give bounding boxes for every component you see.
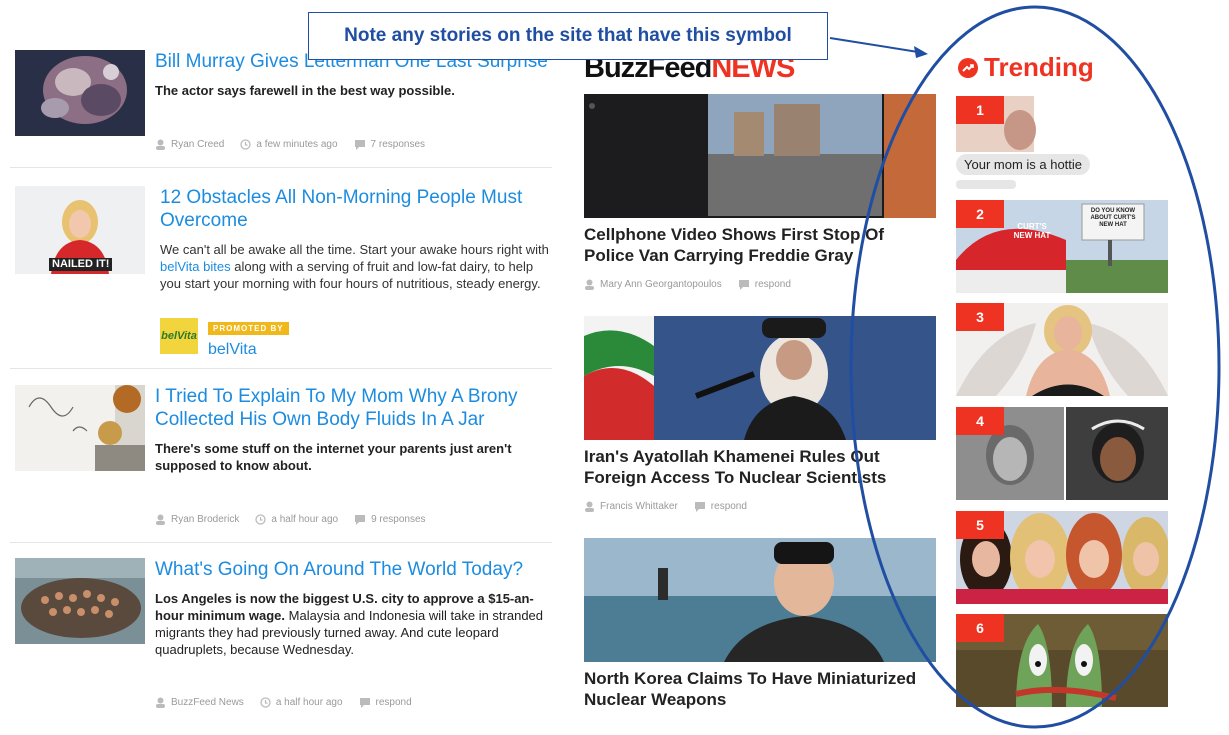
trending-header[interactable]: Trending bbox=[958, 52, 1094, 83]
clock-icon bbox=[260, 697, 271, 708]
feed-meta: Ryan Broderick a half hour ago 9 respons… bbox=[155, 514, 426, 525]
feed-divider bbox=[10, 167, 552, 168]
author-name[interactable]: Ryan Broderick bbox=[171, 514, 239, 525]
feed-description: There's some stuff on the internet your … bbox=[155, 441, 512, 473]
feed-title[interactable]: What's Going On Around The World Today? bbox=[155, 558, 555, 581]
promo-link[interactable]: belVita bites bbox=[160, 259, 231, 274]
promoted-badge: PROMOTED BY bbox=[208, 322, 289, 335]
response-count[interactable]: 9 responses bbox=[371, 514, 425, 525]
user-icon bbox=[156, 514, 165, 525]
feed-thumbnail[interactable] bbox=[15, 558, 145, 644]
trending-label: Trending bbox=[984, 52, 1094, 82]
story-title[interactable]: North Korea Claims To Have Miniaturized … bbox=[584, 668, 936, 710]
story-image[interactable] bbox=[584, 316, 936, 440]
feed-meta: BuzzFeed News a half hour ago respond bbox=[155, 697, 412, 708]
author-name[interactable]: BuzzFeed News bbox=[171, 697, 244, 708]
billboard-text: DO YOU KNOW ABOUT CURT'S NEW HAT bbox=[1090, 208, 1136, 228]
trending-item-3[interactable]: 3 bbox=[956, 303, 1168, 396]
timestamp: a half hour ago bbox=[275, 697, 343, 708]
comment-icon bbox=[355, 515, 366, 525]
annotation-arrow bbox=[829, 37, 919, 53]
respond-link[interactable]: respond bbox=[755, 279, 791, 290]
brand-logo[interactable]: belVita bbox=[160, 318, 198, 354]
feed-item-1[interactable]: Bill Murray Gives Letterman One Last Sur… bbox=[10, 50, 564, 160]
news-story-3[interactable]: North Korea Claims To Have Miniaturized … bbox=[584, 538, 936, 710]
feed-item-2[interactable]: NAILED IT! 12 Obstacles All Non-Morning … bbox=[10, 186, 564, 359]
trending-rank: 4 bbox=[956, 407, 1004, 435]
feed-meta: Ryan Creed a few minutes ago 7 responses bbox=[155, 139, 425, 150]
story-title[interactable]: Iran's Ayatollah Khamenei Rules Out Fore… bbox=[584, 446, 936, 488]
clock-icon bbox=[240, 139, 252, 150]
feed-description: The actor says farewell in the best way … bbox=[155, 83, 455, 98]
comment-icon bbox=[359, 698, 370, 708]
trending-rank: 5 bbox=[956, 511, 1004, 539]
comment-icon bbox=[738, 280, 749, 290]
feed-thumbnail-image bbox=[15, 558, 145, 644]
trending-rank: 3 bbox=[956, 303, 1004, 331]
sponsor-name[interactable]: belVita bbox=[208, 341, 289, 359]
trending-item-4[interactable]: 4 bbox=[956, 407, 1168, 500]
author-name[interactable]: Francis Whittaker bbox=[600, 501, 678, 512]
feed-description: We can't all be awake all the time. Star… bbox=[160, 241, 552, 292]
thumbnail-caption: NAILED IT! bbox=[49, 258, 113, 271]
news-story-1[interactable]: Cellphone Video Shows First Stop Of Poli… bbox=[584, 94, 936, 293]
timestamp: a few minutes ago bbox=[256, 139, 338, 150]
feed-title[interactable]: I Tried To Explain To My Mom Why A Brony… bbox=[155, 385, 555, 431]
user-icon bbox=[585, 279, 594, 290]
user-icon bbox=[585, 501, 594, 512]
feed-thumbnail[interactable]: NAILED IT! bbox=[15, 186, 145, 274]
user-icon bbox=[156, 139, 165, 150]
trending-rank: 1 bbox=[956, 96, 1004, 124]
description-text: We can't all be awake all the time. Star… bbox=[160, 242, 549, 257]
feed-divider bbox=[10, 542, 552, 543]
feed-thumbnail[interactable] bbox=[15, 385, 145, 471]
response-count[interactable]: 7 responses bbox=[371, 139, 425, 150]
clock-icon bbox=[255, 514, 267, 525]
feed-item-3[interactable]: I Tried To Explain To My Mom Why A Brony… bbox=[10, 385, 564, 530]
feed-divider bbox=[10, 368, 552, 369]
story-image-graphic bbox=[584, 316, 936, 440]
respond-link[interactable]: respond bbox=[711, 501, 747, 512]
feed-item-4[interactable]: What's Going On Around The World Today? … bbox=[10, 558, 564, 718]
author-name[interactable]: Mary Ann Georgantopoulos bbox=[600, 279, 722, 290]
author-name[interactable]: Ryan Creed bbox=[171, 139, 224, 150]
story-title[interactable]: Cellphone Video Shows First Stop Of Poli… bbox=[584, 224, 936, 266]
story-image-graphic bbox=[584, 94, 936, 218]
promoted-by[interactable]: belVita PROMOTED BY belVita bbox=[160, 318, 289, 359]
trending-item-5[interactable]: 5 bbox=[956, 511, 1168, 604]
trending-item-6[interactable]: 6 bbox=[956, 614, 1168, 707]
annotation-text: Note any stories on the site that have t… bbox=[344, 25, 792, 46]
timestamp: a half hour ago bbox=[271, 514, 339, 525]
annotation-note: Note any stories on the site that have t… bbox=[308, 12, 828, 60]
arrow-head-icon bbox=[914, 46, 928, 58]
comment-icon bbox=[354, 140, 365, 150]
response-count[interactable]: respond bbox=[376, 697, 412, 708]
feed-thumbnail[interactable] bbox=[15, 50, 145, 136]
story-meta: Francis Whittaker respond bbox=[584, 501, 936, 515]
trending-rank: 6 bbox=[956, 614, 1004, 642]
feed-thumbnail-image bbox=[15, 385, 145, 471]
story-image[interactable] bbox=[584, 94, 936, 218]
story-image[interactable] bbox=[584, 538, 936, 662]
news-story-2[interactable]: Iran's Ayatollah Khamenei Rules Out Fore… bbox=[584, 316, 936, 515]
trending-item-2[interactable]: DO YOU KNOW ABOUT CURT'S NEW HAT CURT'S … bbox=[956, 200, 1168, 293]
trending-item-1[interactable]: 1 Your mom is a hottie bbox=[956, 96, 1168, 189]
user-icon bbox=[156, 697, 165, 708]
comment-icon bbox=[694, 502, 705, 512]
chat-bubble: Your mom is a hottie bbox=[956, 154, 1091, 175]
trending-rank: 2 bbox=[956, 200, 1004, 228]
story-image-graphic bbox=[584, 538, 936, 662]
hat-text: CURT'S NEW HAT bbox=[1013, 222, 1051, 240]
feed-thumbnail-image bbox=[15, 50, 145, 136]
trending-icon bbox=[958, 57, 978, 78]
feed-title[interactable]: 12 Obstacles All Non-Morning People Must… bbox=[160, 186, 552, 232]
story-meta: Mary Ann Georgantopoulos respond bbox=[584, 279, 936, 293]
feed-description: Los Angeles is now the biggest U.S. city… bbox=[155, 590, 555, 658]
